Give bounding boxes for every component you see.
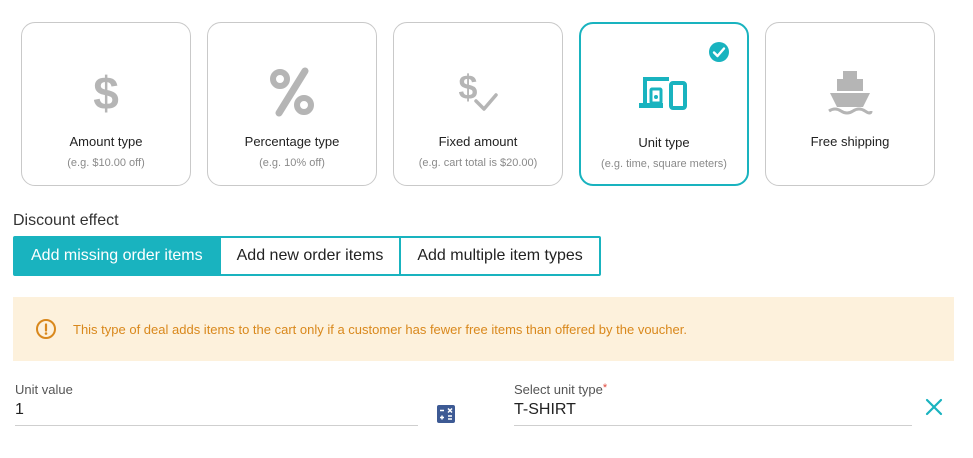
card-subtitle: (e.g. $10.00 off): [67, 157, 145, 169]
card-subtitle: (e.g. 10% off): [259, 157, 325, 169]
card-percentage-type[interactable]: Percentage type (e.g. 10% off): [207, 22, 377, 186]
svg-text:$: $: [93, 67, 119, 117]
unit-value-input[interactable]: 1: [15, 401, 418, 426]
notice-text: This type of deal adds items to the cart…: [73, 321, 687, 337]
unit-type-field[interactable]: Select unit type* T-SHIRT: [514, 382, 912, 426]
card-subtitle: (e.g. time, square meters): [601, 158, 727, 170]
unit-type-select[interactable]: T-SHIRT: [514, 401, 912, 426]
dollar-icon: $: [22, 67, 190, 117]
dollar-check-icon: $: [394, 67, 562, 117]
required-mark: *: [602, 382, 608, 394]
check-circle-icon: [709, 42, 729, 62]
devices-icon: [581, 68, 747, 118]
card-title: Amount type: [69, 134, 143, 149]
discount-effect-label: Discount effect: [13, 212, 119, 229]
card-title: Free shipping: [810, 134, 890, 149]
ship-icon: [766, 67, 934, 117]
percent-icon: [208, 67, 376, 117]
calculator-icon[interactable]: [437, 405, 455, 423]
card-title: Unit type: [638, 135, 690, 150]
card-subtitle: (e.g. cart total is $20.00): [418, 157, 538, 169]
info-icon: [36, 319, 56, 339]
card-title: Fixed amount: [438, 134, 518, 149]
unit-value-field[interactable]: Unit value 1: [15, 382, 418, 426]
option-add-new-order-items[interactable]: Add new order items: [220, 238, 402, 274]
info-notice: This type of deal adds items to the cart…: [13, 297, 954, 361]
card-amount-type[interactable]: $ Amount type (e.g. $10.00 off): [21, 22, 191, 186]
card-fixed-amount[interactable]: $ Fixed amount (e.g. cart total is $20.0…: [393, 22, 563, 186]
unit-type-label: Select unit type*: [514, 382, 912, 397]
close-icon[interactable]: [925, 398, 943, 416]
unit-type-label-text: Select unit type: [514, 382, 603, 397]
option-add-multiple-item-types[interactable]: Add multiple item types: [401, 238, 599, 274]
card-free-shipping[interactable]: Free shipping: [765, 22, 935, 186]
unit-value-label: Unit value: [15, 382, 73, 397]
option-add-missing-order-items[interactable]: Add missing order items: [15, 238, 221, 274]
card-title: Percentage type: [244, 134, 340, 149]
card-unit-type[interactable]: Unit type (e.g. time, square meters): [579, 22, 749, 186]
discount-effect-selector: Add missing order items Add new order it…: [13, 236, 601, 276]
discount-type-cards: $ Amount type (e.g. $10.00 off) Percenta…: [21, 22, 935, 186]
